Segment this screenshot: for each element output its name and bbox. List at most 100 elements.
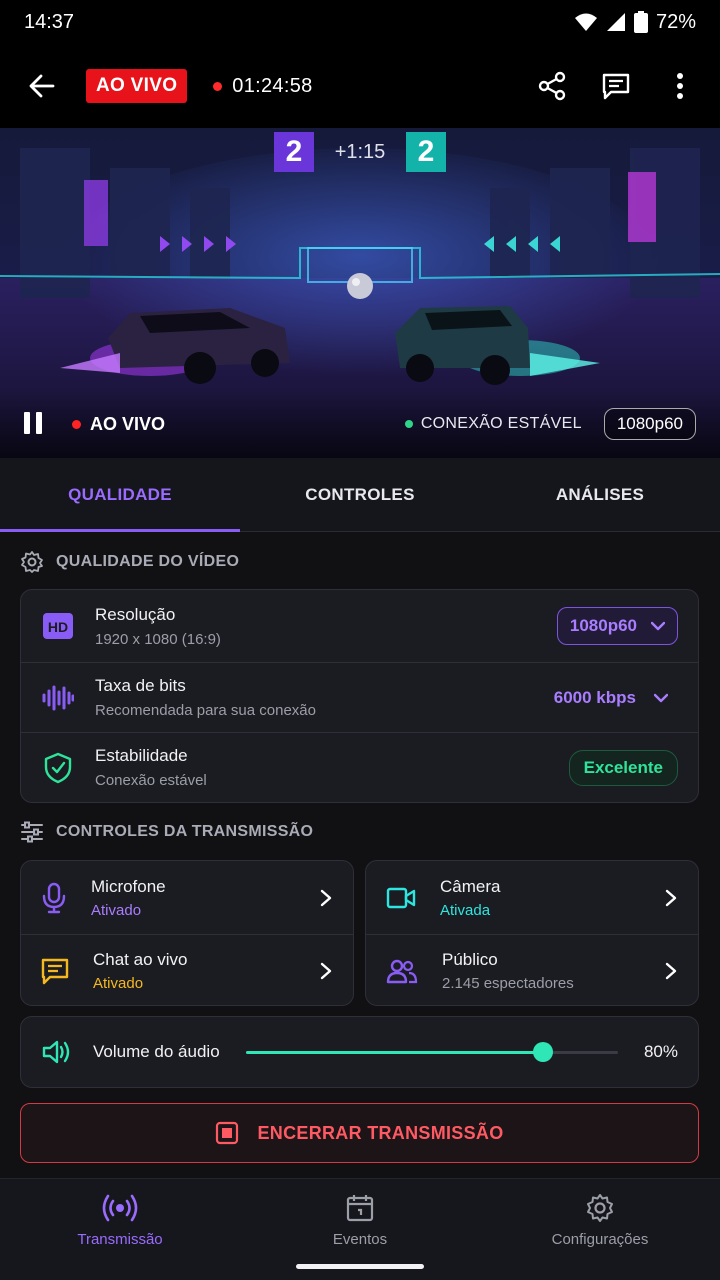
microphone-status: Ativado xyxy=(91,901,142,919)
home-indicator[interactable] xyxy=(296,1264,424,1269)
bitrate-text: Taxa de bits Recomendada para sua conexã… xyxy=(95,676,316,719)
chevron-right-icon xyxy=(660,887,682,909)
audience-count: 2.145 espectadores xyxy=(442,975,574,992)
battery-icon xyxy=(633,11,648,33)
status-time: 14:37 xyxy=(24,10,75,33)
hd-icon-label: HD xyxy=(48,619,68,635)
resolution-row: HD Resolução 1920 x 1080 (16:9) 1080p60 xyxy=(21,590,698,662)
end-stream-label: ENCERRAR TRANSMISSÃO xyxy=(257,1122,504,1143)
section-title: CONTROLES DA TRANSMISSÃO xyxy=(56,823,314,840)
resolution-title: Resolução xyxy=(95,604,176,624)
tab-controls[interactable]: CONTROLES xyxy=(240,458,480,531)
chat-icon xyxy=(602,73,630,100)
scoreboard: 2 +1:15 2 xyxy=(274,132,446,172)
live-badge: AO VIVO xyxy=(86,69,188,103)
resolution-text: Resolução 1920 x 1080 (16:9) xyxy=(95,605,221,648)
stream-elapsed-time: 01:24:58 xyxy=(232,74,313,97)
volume-percentage: 80% xyxy=(643,1042,678,1061)
calendar-icon xyxy=(346,1195,374,1222)
resolution-subtitle: 1920 x 1080 (16:9) xyxy=(95,630,221,648)
chevron-right-icon xyxy=(315,960,337,982)
stability-title: Estabilidade xyxy=(95,746,188,765)
live-chat-status: Ativado xyxy=(93,975,144,992)
bitrate-value: 6000 kbps xyxy=(553,687,636,707)
tab-bar: QUALIDADE CONTROLES ANÁLISES xyxy=(0,458,720,532)
pause-button[interactable] xyxy=(24,412,48,436)
volume-slider-fill xyxy=(245,1051,544,1054)
stream-controls-section-header: CONTROLES DA TRANSMISSÃO xyxy=(20,821,313,843)
chevron-right-icon xyxy=(660,960,682,982)
settings-icon xyxy=(587,1194,613,1222)
volume-slider-thumb[interactable] xyxy=(533,1042,554,1062)
stability-text: Estabilidade Conexão estável xyxy=(95,746,207,789)
shield-check-icon xyxy=(41,751,75,785)
video-quality-card: HD Resolução 1920 x 1080 (16:9) 1080p60 … xyxy=(20,589,699,803)
resolution-select[interactable]: 1080p60 xyxy=(556,607,678,645)
volume-icon xyxy=(42,1040,70,1064)
header-actions xyxy=(534,68,698,104)
audience-title: Público xyxy=(442,950,498,969)
volume-slider[interactable] xyxy=(245,1042,618,1062)
users-icon xyxy=(386,959,418,984)
share-icon xyxy=(538,71,566,101)
stability-row: Estabilidade Conexão estável Excelente xyxy=(21,732,698,802)
nav-broadcast[interactable]: Transmissão xyxy=(0,1179,240,1280)
chevron-down-icon xyxy=(654,693,668,702)
score-right: 2 xyxy=(405,132,446,172)
status-bar: 14:37 72% xyxy=(0,0,720,44)
broadcast-icon xyxy=(102,1194,138,1222)
recording-dot xyxy=(213,81,223,91)
live-chat-title: Chat ao vivo xyxy=(93,950,188,969)
arrow-left-icon xyxy=(29,74,55,98)
end-stream-button[interactable]: ENCERRAR TRANSMISSÃO xyxy=(20,1103,699,1163)
audience-row[interactable]: Público 2.145 espectadores xyxy=(366,934,698,1007)
hd-icon: HD xyxy=(41,609,75,643)
resolution-value: 1080p60 xyxy=(569,616,637,635)
live-dot xyxy=(72,419,81,429)
controls-card-left: Microfone Ativado Chat ao vivo Ativado xyxy=(20,860,354,1006)
controls-card-right: Câmera Ativada Público 2.145 espectadore… xyxy=(365,860,699,1006)
more-vertical-icon xyxy=(677,73,683,99)
more-options-button[interactable] xyxy=(662,68,698,104)
microphone-icon xyxy=(42,882,66,913)
camera-title: Câmera xyxy=(440,876,501,896)
nav-settings[interactable]: Configurações xyxy=(480,1179,720,1280)
audio-volume-card: Volume do áudio 80% xyxy=(20,1016,699,1088)
microphone-row[interactable]: Microfone Ativado xyxy=(21,861,353,934)
back-button[interactable] xyxy=(22,66,62,106)
tab-quality[interactable]: QUALIDADE xyxy=(0,458,240,532)
gear-icon xyxy=(21,551,43,573)
chat-button[interactable] xyxy=(598,68,634,104)
chevron-down-icon xyxy=(651,621,665,631)
score-left: 2 xyxy=(274,132,314,172)
stop-icon xyxy=(216,1121,239,1145)
connection-status-label: CONEXÃO ESTÁVEL xyxy=(420,415,582,432)
bitrate-select[interactable]: 6000 kbps xyxy=(554,688,678,708)
share-button[interactable] xyxy=(534,68,570,104)
video-quality-badge[interactable]: 1080p60 xyxy=(603,408,696,440)
chevron-right-icon xyxy=(315,887,337,909)
stability-subtitle: Conexão estável xyxy=(95,772,207,789)
wifi-icon xyxy=(574,13,597,31)
nav-broadcast-label: Transmissão xyxy=(77,1231,163,1248)
camera-status: Ativada xyxy=(440,901,491,919)
signal-icon xyxy=(606,13,625,31)
live-chat-row[interactable]: Chat ao vivo Ativado xyxy=(21,934,353,1007)
bitrate-title: Taxa de bits xyxy=(95,676,186,695)
video-quality-section-header: QUALIDADE DO VÍDEO xyxy=(20,550,239,574)
battery-level: 72% xyxy=(655,10,696,33)
game-clock: +1:15 xyxy=(334,140,386,163)
camera-icon xyxy=(386,887,416,908)
camera-row[interactable]: Câmera Ativada xyxy=(366,861,698,934)
status-icons: 72% xyxy=(574,11,696,34)
video-player[interactable]: 2 +1:15 2 AO VIVO CONEXÃO ESTÁVEL 1080p6… xyxy=(0,128,720,458)
chat-message-icon xyxy=(41,958,69,985)
microphone-title: Microfone xyxy=(91,876,166,896)
volume-label: Volume do áudio xyxy=(93,1042,220,1061)
audio-wave-icon xyxy=(41,681,75,715)
section-title: QUALIDADE DO VÍDEO xyxy=(56,553,240,570)
pause-icon xyxy=(24,412,30,434)
bitrate-subtitle: Recomendada para sua conexão xyxy=(95,702,316,719)
tab-analytics[interactable]: ANÁLISES xyxy=(480,458,720,531)
nav-settings-label: Configurações xyxy=(551,1231,649,1248)
